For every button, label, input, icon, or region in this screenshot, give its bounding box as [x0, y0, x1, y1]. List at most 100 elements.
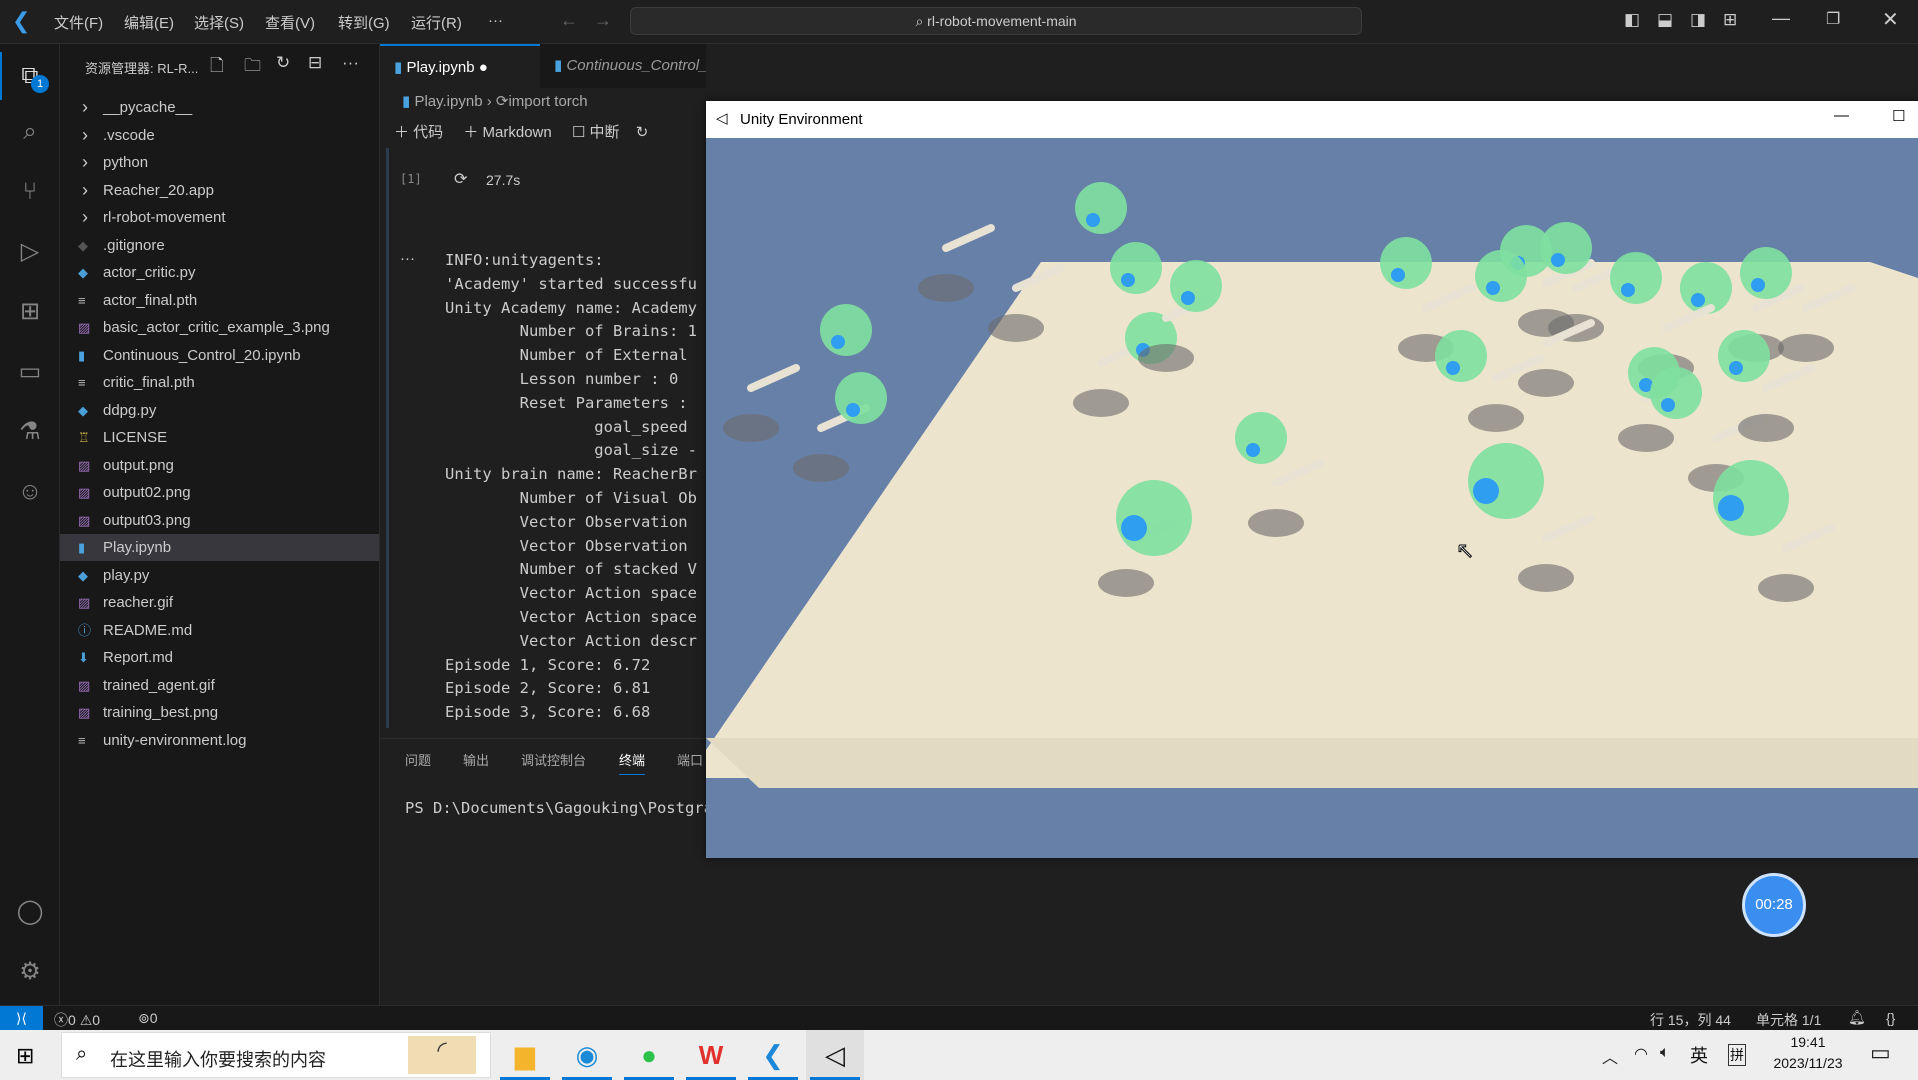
vscode-taskbar-icon[interactable]: ❮	[744, 1030, 802, 1080]
file-tree-item[interactable]: ⬇ Report.md	[60, 644, 379, 671]
explorer-title: 资源管理器: RL-R...	[85, 61, 199, 76]
new-file-icon[interactable]: 🗋	[210, 53, 224, 82]
menu-run[interactable]: 运行(R)	[411, 12, 462, 33]
file-tree-item[interactable]: › .vscode	[60, 122, 379, 149]
panel-tab[interactable]: 终端	[619, 750, 646, 775]
file-tree-item[interactable]: ▨ reacher.gif	[60, 589, 379, 616]
search-icon[interactable]: ⌕	[14, 116, 46, 148]
edge-browser-icon[interactable]: ◉	[558, 1030, 616, 1080]
menu-selection[interactable]: 选择(S)	[194, 12, 244, 33]
remote-explorer-icon[interactable]: ▭	[14, 356, 46, 388]
menu-more[interactable]: ···	[488, 12, 503, 29]
file-tree-item[interactable]: ▨ output02.png	[60, 479, 379, 506]
unity-minimize-icon[interactable]: —	[1834, 107, 1849, 124]
clock-date[interactable]: 2023/11/23	[1758, 1055, 1858, 1071]
ports-indicator[interactable]: ⊚0	[138, 1010, 158, 1027]
file-tree-item[interactable]: › __pycache__	[60, 94, 379, 121]
panel-tab[interactable]: 输出	[463, 750, 489, 774]
back-arrow-icon[interactable]: ←	[560, 10, 578, 31]
breadcrumb-item[interactable]: import torch	[508, 93, 587, 110]
toggle-secondary-sidebar-icon[interactable]: ◨	[1690, 10, 1706, 30]
windows-start-icon[interactable]: ⊞	[16, 1043, 34, 1069]
toggle-panel-icon[interactable]: ⬓	[1657, 10, 1673, 30]
more-actions-icon[interactable]: ···	[342, 53, 359, 73]
recording-timer[interactable]: 00:28	[1742, 873, 1806, 937]
refresh-icon[interactable]: ↻	[276, 53, 290, 73]
problems-indicator[interactable]: ⓧ0 ⚠0	[54, 1010, 100, 1030]
restore-icon[interactable]: ❐	[1826, 9, 1840, 29]
file-tree-item[interactable]: ◆ play.py	[60, 562, 379, 589]
file-tree-item[interactable]: ▨ output03.png	[60, 507, 379, 534]
add-markdown-button[interactable]: ＋ Markdown	[463, 124, 551, 141]
file-tree-item[interactable]: ▮ Continuous_Control_20.ipynb	[60, 342, 379, 369]
license-icon: ♖	[78, 430, 90, 445]
unity-scene[interactable]: ↖	[706, 138, 1918, 858]
file-tree-item[interactable]: ≡ unity-environment.log	[60, 727, 379, 754]
show-hidden-icons-chevron-icon[interactable]: ︿	[1602, 1044, 1618, 1068]
file-tree-item[interactable]: › Reacher_20.app	[60, 177, 379, 204]
file-tree-item[interactable]: ▨ basic_actor_critic_example_3.png	[60, 314, 379, 341]
file-tree-item[interactable]: ♖ LICENSE	[60, 424, 379, 451]
restart-icon[interactable]: ↻	[636, 124, 649, 141]
taskbar-search-box[interactable]: ⌕ 在这里输入你要搜索的内容 ◜	[61, 1032, 491, 1078]
remote-indicator-icon[interactable]: ⟩⟨	[0, 1006, 43, 1030]
file-tree-item[interactable]: ▨ trained_agent.gif	[60, 672, 379, 699]
arm-shadow	[1618, 424, 1674, 452]
cell-indicator[interactable]: 单元格 1/1	[1756, 1010, 1821, 1030]
clock-time[interactable]: 19:41	[1758, 1034, 1858, 1050]
file-tree-item[interactable]: › rl-robot-movement	[60, 204, 379, 231]
file-tree-item[interactable]: ◆ .gitignore	[60, 232, 379, 259]
notifications-bell-icon[interactable]: 🔔︎	[1848, 1009, 1866, 1026]
interrupt-button[interactable]: ☐ 中断	[572, 124, 620, 141]
wps-office-icon[interactable]: W	[682, 1030, 740, 1080]
extensions-icon[interactable]: ⊞	[14, 296, 46, 328]
copilot-icon[interactable]: ☺	[14, 476, 46, 508]
source-control-icon[interactable]: ⑂	[14, 176, 46, 208]
notification-center-icon[interactable]: ▭	[1870, 1040, 1891, 1066]
ime-mode[interactable]: 拼	[1728, 1044, 1746, 1066]
panel-tab[interactable]: 端口	[677, 750, 703, 774]
panel-tab[interactable]: 调试控制台	[521, 750, 586, 774]
menu-go[interactable]: 转到(G)	[338, 12, 390, 33]
ime-language[interactable]: 英	[1690, 1042, 1708, 1068]
menu-edit[interactable]: 编辑(E)	[124, 12, 174, 33]
settings-gear-icon[interactable]: ⚙	[14, 956, 46, 988]
menu-file[interactable]: 文件(F)	[54, 12, 103, 33]
unity-maximize-icon[interactable]: ☐	[1892, 107, 1905, 125]
unity-taskbar-icon[interactable]: ◁	[806, 1030, 864, 1080]
file-tree-item[interactable]: › python	[60, 149, 379, 176]
file-tree-item[interactable]: ◆ actor_critic.py	[60, 259, 379, 286]
toggle-sidebar-icon[interactable]: ◧	[1624, 10, 1640, 30]
file-tree-item[interactable]: ▨ training_best.png	[60, 699, 379, 726]
add-code-button[interactable]: ＋ 代码	[394, 124, 443, 141]
file-tree-item[interactable]: ▮ Play.ipynb	[60, 534, 379, 561]
file-explorer-icon[interactable]: ▆	[496, 1030, 554, 1080]
minimize-icon[interactable]: —	[1772, 8, 1790, 29]
wechat-icon[interactable]: ●	[620, 1030, 678, 1080]
tab-continuous-control[interactable]: ▮ Continuous_Control_20.ipynb	[540, 44, 706, 88]
output-more-icon[interactable]: ···	[400, 250, 415, 267]
wifi-icon[interactable]: ◠	[1634, 1044, 1648, 1064]
file-tree-item[interactable]: ⓘ README.md	[60, 617, 379, 644]
run-debug-icon[interactable]: ▷	[14, 236, 46, 268]
file-tree-item[interactable]: ◆ ddpg.py	[60, 397, 379, 424]
forward-arrow-icon[interactable]: →	[594, 10, 612, 31]
json-braces-icon[interactable]: {}	[1886, 1010, 1895, 1026]
menu-view[interactable]: 查看(V)	[265, 12, 315, 33]
command-center-search[interactable]: ⌕ rl-robot-movement-main	[630, 7, 1362, 35]
account-icon[interactable]: ◯	[14, 896, 46, 928]
volume-icon[interactable]: 🔈︎	[1660, 1044, 1670, 1062]
cursor-position[interactable]: 行 15，列 44	[1650, 1010, 1731, 1030]
file-tree-item[interactable]: ≡ actor_final.pth	[60, 287, 379, 314]
customize-layout-icon[interactable]: ⊞	[1723, 10, 1737, 30]
tab-play-ipynb[interactable]: ▮ Play.ipynb ●	[380, 44, 540, 88]
testing-icon[interactable]: ⚗	[14, 416, 46, 448]
file-tree-item[interactable]: ▨ output.png	[60, 452, 379, 479]
panel-tab[interactable]: 问题	[405, 750, 431, 774]
new-folder-icon[interactable]: 🗀	[244, 53, 261, 82]
file-tree-item[interactable]: ≡ critic_final.pth	[60, 369, 379, 396]
search-highlight-golden-spiral-icon[interactable]: ◜	[408, 1036, 476, 1074]
breadcrumb-item[interactable]: Play.ipynb	[414, 93, 482, 110]
close-icon[interactable]: ✕	[1882, 7, 1899, 32]
collapse-all-icon[interactable]: ⊟	[308, 53, 322, 73]
